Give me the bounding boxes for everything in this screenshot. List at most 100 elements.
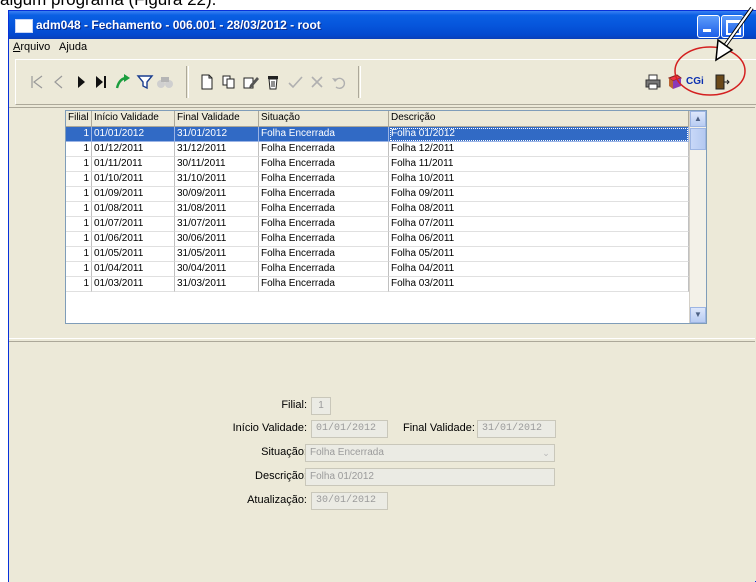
- column-header-final-validade[interactable]: Final Validade: [175, 111, 259, 126]
- confirm-check-icon[interactable]: [286, 73, 304, 91]
- cell-situacao[interactable]: Folha Encerrada: [259, 127, 389, 142]
- cell-final-validade[interactable]: 30/04/2011: [175, 262, 259, 277]
- cell-descricao[interactable]: Folha 03/2011: [389, 277, 689, 292]
- cell-descricao[interactable]: Folha 01/2012: [389, 127, 689, 142]
- cell-inicio-validade[interactable]: 01/04/2011: [92, 262, 175, 277]
- goto-icon[interactable]: [114, 73, 132, 91]
- cell-inicio-validade[interactable]: 01/03/2011: [92, 277, 175, 292]
- cell-filial[interactable]: 1: [66, 202, 92, 217]
- chevron-down-icon[interactable]: ⌄: [540, 447, 552, 459]
- cell-situacao[interactable]: Folha Encerrada: [259, 247, 389, 262]
- table-row[interactable]: 1 01/01/2012 31/01/2012 Folha Encerrada Folh…: [66, 127, 689, 142]
- cell-filial[interactable]: 1: [66, 172, 92, 187]
- last-record-icon[interactable]: [92, 73, 110, 91]
- cell-situacao[interactable]: Folha Encerrada: [259, 157, 389, 172]
- cell-inicio-validade[interactable]: 01/10/2011: [92, 172, 175, 187]
- cell-filial[interactable]: 1: [66, 127, 92, 142]
- atualizacao-field[interactable]: 30/01/2012: [311, 492, 388, 510]
- column-header-filial[interactable]: Filial: [66, 111, 92, 126]
- table-row[interactable]: 1 01/11/2011 30/11/2011 Folha Encerrada Folh…: [66, 157, 689, 172]
- column-header-inicio-validade[interactable]: Início Validade: [92, 111, 175, 126]
- cell-final-validade[interactable]: 30/09/2011: [175, 187, 259, 202]
- cell-final-validade[interactable]: 31/03/2011: [175, 277, 259, 292]
- undo-icon[interactable]: [330, 73, 348, 91]
- cell-descricao[interactable]: Folha 05/2011: [389, 247, 689, 262]
- cell-filial[interactable]: 1: [66, 277, 92, 292]
- print-icon[interactable]: [644, 73, 662, 91]
- cell-descricao[interactable]: Folha 08/2011: [389, 202, 689, 217]
- menu-ajuda[interactable]: Ajuda: [59, 41, 87, 53]
- cell-descricao[interactable]: Folha 04/2011: [389, 262, 689, 277]
- cell-final-validade[interactable]: 31/08/2011: [175, 202, 259, 217]
- minimize-button[interactable]: [697, 15, 720, 38]
- table-row[interactable]: 1 01/03/2011 31/03/2011 Folha Encerrada Folh…: [66, 277, 689, 292]
- exit-door-icon[interactable]: [712, 73, 730, 91]
- records-grid[interactable]: Filial Início Validade Final Validade Si…: [65, 110, 707, 324]
- cell-filial[interactable]: 1: [66, 232, 92, 247]
- cell-inicio-validade[interactable]: 01/06/2011: [92, 232, 175, 247]
- first-record-icon[interactable]: [28, 73, 46, 91]
- cell-inicio-validade[interactable]: 01/11/2011: [92, 157, 175, 172]
- cgi-icon[interactable]: CGi: [686, 73, 710, 91]
- cell-final-validade[interactable]: 30/06/2011: [175, 232, 259, 247]
- cell-descricao[interactable]: Folha 11/2011: [389, 157, 689, 172]
- cell-situacao[interactable]: Folha Encerrada: [259, 172, 389, 187]
- table-row[interactable]: 1 01/06/2011 30/06/2011 Folha Encerrada Folh…: [66, 232, 689, 247]
- cell-situacao[interactable]: Folha Encerrada: [259, 277, 389, 292]
- search-binoculars-icon[interactable]: [156, 73, 174, 91]
- edit-pencil-icon[interactable]: [242, 73, 260, 91]
- cell-descricao[interactable]: Folha 09/2011: [389, 187, 689, 202]
- cell-inicio-validade[interactable]: 01/08/2011: [92, 202, 175, 217]
- cell-descricao[interactable]: Folha 12/2011: [389, 142, 689, 157]
- filial-field[interactable]: 1: [311, 397, 331, 415]
- cell-final-validade[interactable]: 31/05/2011: [175, 247, 259, 262]
- column-header-situacao[interactable]: Situação: [259, 111, 389, 126]
- situacao-select[interactable]: Folha Encerrada ⌄: [305, 444, 555, 462]
- descricao-field[interactable]: Folha 01/2012: [305, 468, 555, 486]
- table-row[interactable]: 1 01/10/2011 31/10/2011 Folha Encerrada Folh…: [66, 172, 689, 187]
- help-book-icon[interactable]: [666, 73, 684, 91]
- filter-icon[interactable]: [136, 73, 154, 91]
- table-row[interactable]: 1 01/05/2011 31/05/2011 Folha Encerrada Folh…: [66, 247, 689, 262]
- cell-final-validade[interactable]: 31/12/2011: [175, 142, 259, 157]
- cell-situacao[interactable]: Folha Encerrada: [259, 202, 389, 217]
- delete-trash-icon[interactable]: [264, 73, 282, 91]
- cell-situacao[interactable]: Folha Encerrada: [259, 217, 389, 232]
- title-bar[interactable]: adm048 - Fechamento - 006.001 - 28/03/20…: [9, 11, 756, 39]
- cell-filial[interactable]: 1: [66, 157, 92, 172]
- maximize-button[interactable]: [721, 15, 744, 38]
- new-document-icon[interactable]: [198, 73, 216, 91]
- cell-situacao[interactable]: Folha Encerrada: [259, 142, 389, 157]
- cell-final-validade[interactable]: 30/11/2011: [175, 157, 259, 172]
- cell-inicio-validade[interactable]: 01/12/2011: [92, 142, 175, 157]
- cell-descricao[interactable]: Folha 07/2011: [389, 217, 689, 232]
- table-row[interactable]: 1 01/09/2011 30/09/2011 Folha Encerrada Folh…: [66, 187, 689, 202]
- grid-vertical-scrollbar[interactable]: ▲ ▼: [689, 111, 706, 323]
- cell-final-validade[interactable]: 31/01/2012: [175, 127, 259, 142]
- next-record-icon[interactable]: [72, 73, 90, 91]
- cell-situacao[interactable]: Folha Encerrada: [259, 232, 389, 247]
- final-validade-field[interactable]: 31/01/2012: [477, 420, 556, 438]
- cell-filial[interactable]: 1: [66, 217, 92, 232]
- table-row[interactable]: 1 01/04/2011 30/04/2011 Folha Encerrada Folh…: [66, 262, 689, 277]
- table-row[interactable]: 1 01/08/2011 31/08/2011 Folha Encerrada Folh…: [66, 202, 689, 217]
- cell-situacao[interactable]: Folha Encerrada: [259, 262, 389, 277]
- copy-icon[interactable]: [220, 73, 238, 91]
- cell-filial[interactable]: 1: [66, 262, 92, 277]
- cell-situacao[interactable]: Folha Encerrada: [259, 187, 389, 202]
- cell-final-validade[interactable]: 31/07/2011: [175, 217, 259, 232]
- table-row[interactable]: 1 01/07/2011 31/07/2011 Folha Encerrada Folh…: [66, 217, 689, 232]
- cancel-x-icon[interactable]: [308, 73, 326, 91]
- previous-record-icon[interactable]: [50, 73, 68, 91]
- cell-inicio-validade[interactable]: 01/07/2011: [92, 217, 175, 232]
- cell-filial[interactable]: 1: [66, 247, 92, 262]
- cell-descricao[interactable]: Folha 06/2011: [389, 232, 689, 247]
- cell-final-validade[interactable]: 31/10/2011: [175, 172, 259, 187]
- cell-filial[interactable]: 1: [66, 187, 92, 202]
- menu-arquivo[interactable]: Arquivo: [13, 41, 50, 53]
- cell-inicio-validade[interactable]: 01/09/2011: [92, 187, 175, 202]
- inicio-validade-field[interactable]: 01/01/2012: [311, 420, 388, 438]
- column-header-descricao[interactable]: Descrição: [389, 111, 689, 126]
- cell-filial[interactable]: 1: [66, 142, 92, 157]
- scroll-up-button[interactable]: ▲: [690, 111, 706, 127]
